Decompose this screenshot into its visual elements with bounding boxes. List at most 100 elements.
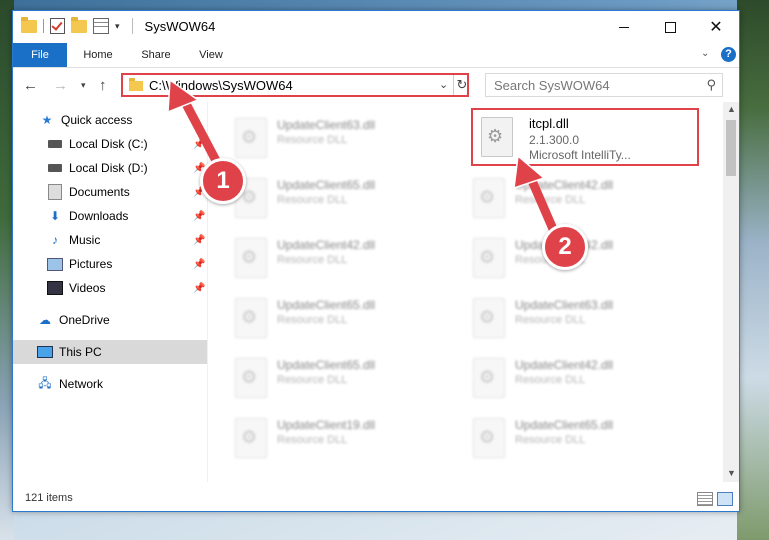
file-name: UpdateClient42.dll	[515, 178, 614, 192]
file-tile[interactable]: UpdateClient65.dll Resource DLL	[221, 290, 447, 346]
address-path[interactable]: C:\Windows\SysWOW64	[149, 78, 293, 93]
sidebar-item-network[interactable]: 🖧 Network	[13, 372, 207, 396]
new-folder-icon[interactable]	[71, 16, 87, 33]
tab-share[interactable]: Share	[131, 43, 181, 67]
sidebar-item-label: Downloads	[69, 209, 129, 223]
file-name: UpdateClient65.dll	[515, 418, 614, 432]
sidebar-item-downloads[interactable]: ⬇ Downloads 📌	[13, 204, 207, 228]
file-name: UpdateClient65.dll	[277, 298, 376, 312]
window-title: SysWOW64	[144, 18, 216, 34]
recent-locations-chevron-icon[interactable]: ▾	[81, 80, 86, 91]
search-box[interactable]: Search SysWOW64 ⚲	[485, 73, 723, 97]
dll-file-icon	[235, 238, 267, 278]
drive-icon	[47, 161, 63, 175]
computer-icon	[37, 345, 53, 359]
file-name: UpdateClient65.dll	[277, 178, 376, 192]
dll-file-icon	[473, 358, 505, 398]
address-dropdown-icon[interactable]: ⌄	[439, 78, 448, 91]
sidebar-item-local-disk-d[interactable]: Local Disk (D:) 📌	[13, 156, 207, 180]
file-tile-itcpl-dll[interactable]: itcpl.dll 2.1.300.0 Microsoft IntelliTy.…	[471, 108, 699, 166]
folder-icon[interactable]	[21, 16, 37, 33]
sidebar-item-quick-access[interactable]: ★ Quick access	[13, 108, 207, 132]
sidebar-item-pictures[interactable]: Pictures 📌	[13, 252, 207, 276]
search-icon[interactable]: ⚲	[706, 77, 716, 93]
quick-access-toolbar: ▾ SysWOW64	[21, 16, 216, 34]
file-tile[interactable]: UpdateClient63.dll Resource DLL	[221, 110, 447, 166]
file-tile[interactable]: UpdateClient42.dll Resource DLL	[459, 170, 685, 226]
toolbar-divider	[43, 19, 44, 33]
navigation-pane: ★ Quick access Local Disk (C:) 📌 Local D…	[13, 106, 207, 481]
file-type: Resource DLL	[277, 374, 348, 386]
file-type: Resource DLL	[277, 254, 348, 266]
expand-ribbon-icon[interactable]: ⌄	[701, 48, 709, 59]
dll-file-icon	[235, 418, 267, 458]
videos-icon	[47, 281, 63, 295]
file-tile[interactable]: UpdateClient63.dll Resource DLL	[459, 290, 685, 346]
minimize-button[interactable]	[601, 11, 647, 43]
pane-divider[interactable]	[207, 102, 208, 482]
sidebar-item-label: Local Disk (D:)	[69, 161, 148, 175]
tab-home[interactable]: Home	[73, 43, 123, 67]
sidebar-item-label: This PC	[59, 345, 102, 359]
title-bar: ▾ SysWOW64 ✕	[13, 11, 739, 43]
step-badge-2: 2	[542, 224, 588, 270]
properties-icon[interactable]	[93, 18, 109, 34]
dll-file-icon	[473, 238, 505, 278]
sidebar-item-label: Videos	[69, 281, 106, 295]
details-view-icon[interactable]	[697, 492, 713, 506]
dll-file-icon	[481, 117, 513, 157]
file-tile[interactable]: UpdateClient65.dll Resource DLL	[221, 350, 447, 406]
sidebar-item-onedrive[interactable]: ☁ OneDrive	[13, 308, 207, 332]
scroll-down-icon[interactable]: ▼	[727, 468, 736, 478]
close-button[interactable]: ✕	[693, 11, 739, 43]
status-bar: 121 items	[13, 487, 739, 511]
sidebar-item-local-disk-c[interactable]: Local Disk (C:) 📌	[13, 132, 207, 156]
minimize-icon	[619, 26, 629, 28]
back-arrow-icon[interactable]: ←	[23, 77, 38, 94]
file-name: UpdateClient42.dll	[277, 238, 376, 252]
refresh-icon[interactable]: ↻	[453, 75, 470, 95]
navigation-bar: ← → ▾ ↑ C:\Windows\SysWOW64 ⌄ ↻ Search S…	[13, 68, 739, 102]
scroll-up-icon[interactable]: ▲	[727, 104, 736, 114]
file-tile[interactable]: UpdateClient65.dll Resource DLL	[221, 170, 447, 226]
file-explorer-window: ▾ SysWOW64 ✕ File Home Share View ⌄ ? ← …	[12, 10, 740, 512]
file-tile[interactable]: UpdateClient65.dll Resource DLL	[459, 410, 685, 466]
pin-icon[interactable]: 📌	[193, 211, 205, 222]
file-tile[interactable]: UpdateClient19.dll Resource DLL	[221, 410, 447, 466]
file-version: 2.1.300.0	[529, 133, 580, 147]
tab-view[interactable]: View	[189, 43, 233, 67]
search-input[interactable]: Search SysWOW64	[494, 78, 610, 93]
tiles-view-icon[interactable]	[717, 492, 733, 506]
file-type: Resource DLL	[277, 134, 348, 146]
sidebar-item-label: Music	[69, 233, 101, 247]
file-name: UpdateClient63.dll	[277, 118, 376, 132]
forward-arrow-icon[interactable]: →	[53, 77, 68, 94]
file-type: Resource DLL	[277, 434, 348, 446]
file-type: Resource DLL	[515, 314, 586, 326]
address-folder-icon	[129, 78, 143, 91]
network-icon: 🖧	[38, 375, 52, 390]
dll-file-icon	[235, 298, 267, 338]
sidebar-item-videos[interactable]: Videos 📌	[13, 276, 207, 300]
pin-icon[interactable]: 📌	[193, 259, 205, 270]
chevron-down-icon[interactable]: ▾	[115, 21, 120, 32]
file-tile[interactable]: UpdateClient42.dll Resource DLL	[221, 230, 447, 286]
pin-icon[interactable]: 📌	[193, 283, 205, 294]
tab-file[interactable]: File	[13, 43, 67, 67]
sidebar-item-documents[interactable]: Documents 📌	[13, 180, 207, 204]
file-tile[interactable]: UpdateClient42.dll Resource DLL	[459, 350, 685, 406]
scroll-thumb[interactable]	[726, 120, 736, 176]
close-icon: ✕	[709, 19, 723, 36]
vertical-scrollbar[interactable]: ▲ ▼	[723, 102, 739, 482]
pin-icon[interactable]: 📌	[193, 139, 205, 150]
address-bar[interactable]: C:\Windows\SysWOW64 ⌄ ↻	[121, 73, 469, 97]
sidebar-item-label: OneDrive	[59, 313, 110, 327]
maximize-button[interactable]	[647, 11, 693, 43]
up-arrow-icon[interactable]: ↑	[99, 77, 107, 94]
sidebar-item-music[interactable]: ♪ Music 📌	[13, 228, 207, 252]
checkmark-icon[interactable]	[50, 18, 65, 34]
pin-icon[interactable]: 📌	[193, 235, 205, 246]
dll-file-icon	[235, 118, 267, 158]
help-icon[interactable]: ?	[721, 47, 736, 62]
sidebar-item-this-pc[interactable]: This PC	[13, 340, 207, 364]
